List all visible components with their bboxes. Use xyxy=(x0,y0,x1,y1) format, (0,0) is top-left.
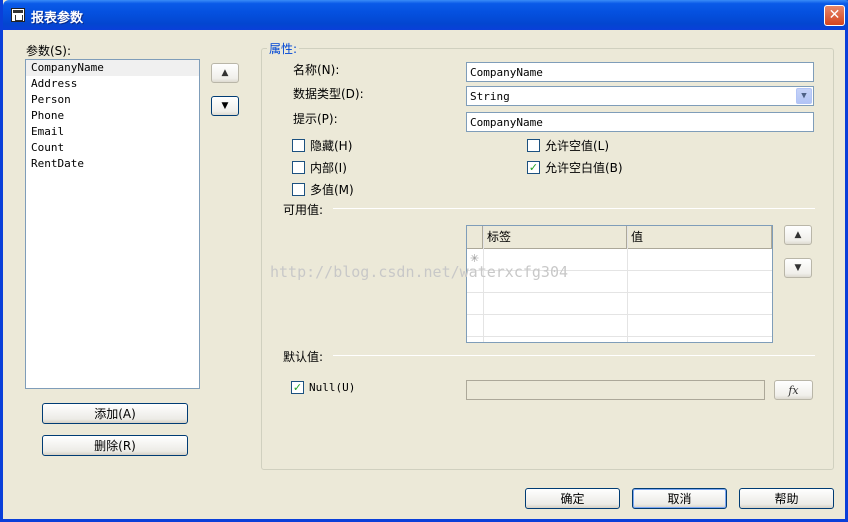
ok-button[interactable]: 确定 xyxy=(525,488,620,509)
param-list-item[interactable]: Address xyxy=(26,76,199,92)
internal-checkbox-label: 内部(I) xyxy=(310,161,347,175)
prompt-label: 提示(P): xyxy=(293,112,338,126)
delete-button[interactable]: 删除(R) xyxy=(42,435,188,456)
arrow-down-icon: ▼ xyxy=(794,263,802,273)
internal-checkbox[interactable]: 内部(I) xyxy=(292,159,347,176)
properties-group-title: 属性: xyxy=(267,40,300,57)
move-up-button[interactable]: ▲ xyxy=(211,63,239,83)
hidden-checkbox-box[interactable] xyxy=(292,139,305,152)
allow-blank-checkbox-label: 允许空白值(B) xyxy=(545,161,623,175)
allow-null-checkbox-box[interactable] xyxy=(527,139,540,152)
allow-null-checkbox-label: 允许空值(L) xyxy=(545,139,610,153)
grid-col-value[interactable]: 值 xyxy=(627,226,772,249)
default-value-label: 默认值: xyxy=(283,350,324,364)
available-values-grid[interactable]: 标签 值 ✳ xyxy=(466,225,773,343)
grid-header: 标签 值 xyxy=(467,226,772,249)
internal-checkbox-box[interactable] xyxy=(292,161,305,174)
close-icon: ✕ xyxy=(828,7,841,23)
params-label: 参数(S): xyxy=(26,44,72,58)
check-icon[interactable]: ✓ xyxy=(291,381,304,394)
param-list-item[interactable]: RentDate xyxy=(26,156,199,172)
chevron-down-icon[interactable]: ▼ xyxy=(796,88,812,104)
grid-divider xyxy=(627,226,628,342)
multi-checkbox[interactable]: 多值(M) xyxy=(292,181,354,198)
name-input[interactable]: CompanyName xyxy=(466,62,814,82)
dialog-title: 报表参数 xyxy=(31,11,84,26)
move-down-button[interactable]: ▼ xyxy=(211,96,239,116)
param-list-item[interactable]: CompanyName xyxy=(26,60,199,76)
fx-icon: fx xyxy=(788,383,799,397)
cancel-button[interactable]: 取消 xyxy=(632,488,727,509)
arrow-down-icon: ▼ xyxy=(221,101,229,111)
help-button[interactable]: 帮助 xyxy=(739,488,834,509)
multi-checkbox-box[interactable] xyxy=(292,183,305,196)
null-checkbox[interactable]: ✓ Null(U) xyxy=(291,381,355,394)
param-list-item[interactable]: Phone xyxy=(26,108,199,124)
arrow-up-icon: ▲ xyxy=(221,68,229,78)
allow-null-checkbox[interactable]: 允许空值(L) xyxy=(527,137,609,154)
grid-col-label[interactable]: 标签 xyxy=(483,226,627,249)
default-value-divider xyxy=(333,355,815,356)
value-down-button[interactable]: ▼ xyxy=(784,258,812,278)
add-button[interactable]: 添加(A) xyxy=(42,403,188,424)
expression-button[interactable]: fx xyxy=(774,380,813,400)
param-list-item[interactable]: Person xyxy=(26,92,199,108)
null-checkbox-label: Null(U) xyxy=(309,381,356,394)
title-bar: 报表参数 ✕ xyxy=(3,0,848,30)
available-values-label: 可用值: xyxy=(283,203,324,217)
value-up-button[interactable]: ▲ xyxy=(784,225,812,245)
param-list-item[interactable]: Email xyxy=(26,124,199,140)
app-icon xyxy=(11,8,25,22)
grid-row[interactable] xyxy=(467,315,772,337)
check-icon[interactable]: ✓ xyxy=(527,161,540,174)
hidden-checkbox[interactable]: 隐藏(H) xyxy=(292,137,352,154)
hidden-checkbox-label: 隐藏(H) xyxy=(310,139,353,153)
type-select-value: String xyxy=(470,90,510,103)
param-list-item[interactable]: Count xyxy=(26,140,199,156)
params-list[interactable]: CompanyName Address Person Phone Email Count R… xyxy=(25,59,200,389)
arrow-up-icon: ▲ xyxy=(794,230,802,240)
type-label: 数据类型(D): xyxy=(293,87,364,101)
prompt-input[interactable]: CompanyName xyxy=(466,112,814,132)
available-values-divider xyxy=(333,208,815,209)
type-select[interactable]: String ▼ xyxy=(466,86,814,106)
watermark-text: http://blog.csdn.net/waterxcfg304 xyxy=(270,263,569,281)
close-button[interactable]: ✕ xyxy=(824,5,845,26)
grid-row[interactable] xyxy=(467,293,772,315)
name-label: 名称(N): xyxy=(293,63,340,77)
default-value-input xyxy=(466,380,765,400)
allow-blank-checkbox[interactable]: ✓ 允许空白值(B) xyxy=(527,159,623,176)
grid-corner xyxy=(467,226,483,249)
grid-divider xyxy=(483,226,484,342)
multi-checkbox-label: 多值(M) xyxy=(310,183,354,197)
